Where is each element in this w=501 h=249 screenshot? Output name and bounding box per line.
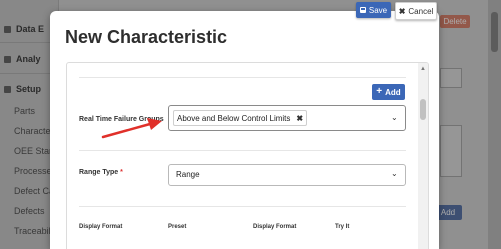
arrow-line — [101, 122, 152, 139]
arrow-annotation — [101, 118, 162, 139]
arrow-head — [147, 118, 162, 130]
